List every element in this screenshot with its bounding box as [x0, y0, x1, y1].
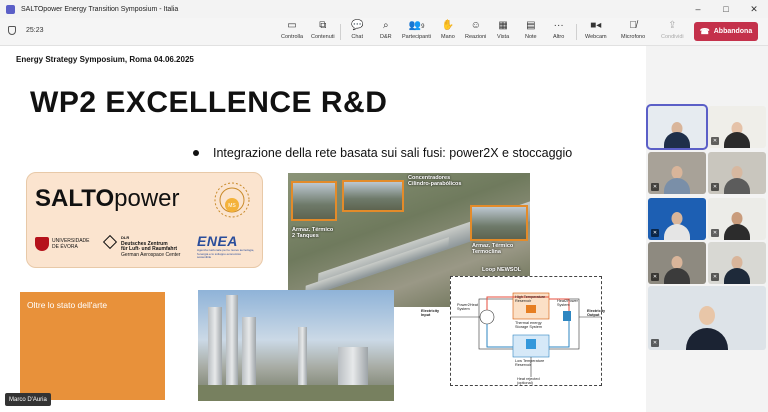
more-icon: ···	[553, 20, 564, 31]
participant-tile[interactable]: ✕	[648, 152, 706, 194]
tv-icon: ▭	[287, 20, 297, 31]
leave-button[interactable]: ☎ Abbandona	[694, 22, 758, 41]
vista-button[interactable]: ▦ Vista	[497, 20, 509, 44]
electricity-input-label: Electricity Input	[421, 309, 440, 318]
mic-off-icon: 🎙̸	[629, 20, 637, 31]
saltopower-logo-box: SALTOpower MS UNIVERSIDADE DE ÉVORA DLR De…	[26, 172, 263, 268]
slide-header: Energy Strategy Symposium, Roma 04.06.20…	[16, 55, 194, 64]
participant-tile[interactable]: ✕	[648, 198, 706, 240]
thermocline-inset-photo	[470, 205, 528, 241]
low-temp-label: Low Temperature Reservoir	[515, 359, 545, 368]
share-icon: ⧉	[319, 20, 327, 31]
collector-inset-photo	[342, 180, 404, 212]
participant-tile[interactable]: ✕	[708, 106, 766, 148]
participant-tile[interactable]	[646, 104, 708, 150]
orange-text-box: Oltre lo stato dell'arte	[20, 292, 165, 400]
slide-bullet: Integrazione della rete basata sui sali …	[193, 146, 572, 160]
presenter-name-tag: Marco D'Auria	[5, 393, 51, 406]
diagram-graphic	[451, 292, 601, 377]
mic-off-icon: ✕	[651, 273, 659, 281]
thermal-storage-label: Thermal energy Storage System	[515, 321, 543, 330]
mic-off-icon: ✕	[651, 229, 659, 237]
microfono-button[interactable]: 🎙̸ Microfono	[621, 20, 645, 44]
toolbar-separator	[340, 24, 341, 40]
bullet-icon	[193, 150, 199, 156]
controlla-button[interactable]: ▭ Controlla	[281, 20, 303, 44]
slide-title: WP2 EXCELLENCE R&D	[30, 86, 388, 119]
high-temp-label: High Temperature Reservoir	[515, 295, 546, 304]
industrial-plant-photo	[198, 290, 394, 401]
participant-count: 9	[421, 24, 425, 30]
enea-logo: ENEA Agenzia nazionale per le nuove tecn…	[197, 233, 255, 259]
heat-rejected-label: Heat rejected (optional)	[517, 377, 540, 386]
concentratori-label: Concentradores Cilindro-parabólicos	[408, 175, 462, 187]
reazioni-button[interactable]: ☺ Reazioni	[465, 20, 486, 44]
dlr-logo: DLR Deutsches Zentrum für Luft- und Raumfa…	[102, 234, 180, 258]
mic-off-icon: ✕	[711, 229, 719, 237]
meeting-toolbar: 25:23 ▭ Controlla ⧉ Contenuti 💬 Chat ⌕ D…	[0, 18, 768, 46]
participant-tile[interactable]: ✕	[708, 198, 766, 240]
heat-power-label: Heat2Power System	[557, 299, 578, 308]
electricity-output-label: Electricity Output	[587, 309, 606, 318]
svg-text:MS: MS	[228, 203, 236, 209]
dr-button[interactable]: ⌕ D&R	[380, 20, 392, 44]
altro-button[interactable]: ··· Altro	[553, 20, 564, 44]
evora-logo: UNIVERSIDADE DE ÉVORA	[35, 237, 90, 251]
power-heat-label: Power2Heat System	[457, 303, 478, 312]
contenuti-button[interactable]: ⧉ Contenuti	[311, 20, 335, 44]
chat-button[interactable]: 💬 Chat	[351, 20, 363, 44]
shared-slide: Energy Strategy Symposium, Roma 04.06.20…	[0, 46, 646, 412]
share-up-icon: ⇪	[668, 20, 677, 31]
note-icon: ▤	[526, 20, 536, 31]
title-bar: SALTOpower Energy Transition Symposium -…	[0, 0, 768, 18]
evora-crest-icon	[35, 237, 49, 251]
camera-icon: ■◂	[590, 20, 602, 31]
tank-inset-photo	[291, 181, 337, 221]
note-button[interactable]: ▤ Note	[525, 20, 537, 44]
dlr-mark-icon	[102, 234, 118, 250]
participant-tile[interactable]: ✕	[648, 286, 766, 350]
qa-icon: ⌕	[383, 20, 389, 31]
people-icon: 👥9	[408, 20, 425, 31]
mic-off-icon: ✕	[711, 273, 719, 281]
sun-badge-icon: MS	[214, 182, 250, 218]
teams-app-icon	[6, 4, 15, 14]
timer-text: 25:23	[26, 27, 44, 34]
participant-tile[interactable]: ✕	[708, 242, 766, 284]
meeting-timer: 25:23	[8, 26, 44, 35]
mic-off-icon: ✕	[651, 339, 659, 347]
armaz-tanques-label: Armaz. Térmico 2 Tanques	[292, 227, 334, 239]
grid-icon: ▦	[498, 20, 508, 31]
participant-tile[interactable]: ✕	[648, 242, 706, 284]
hand-icon: ✋	[441, 20, 455, 31]
mic-off-icon: ✕	[711, 183, 719, 191]
smile-icon: ☺	[470, 20, 481, 31]
window-title: SALTOpower Energy Transition Symposium -…	[21, 5, 179, 13]
toolbar-separator	[576, 24, 577, 40]
participant-gallery: ✕ ✕ ✕ ✕ ✕ ✕ ✕ ✕	[646, 46, 768, 412]
minimize-icon[interactable]: –	[684, 0, 712, 18]
webcam-button[interactable]: ■◂ Webcam	[585, 20, 607, 44]
shield-icon	[8, 26, 16, 35]
saltopower-logo: SALTOpower	[35, 185, 180, 212]
mano-button[interactable]: ✋ Mano	[441, 20, 455, 44]
energy-storage-diagram: Electricity Input Electricity Output High …	[421, 276, 606, 386]
chat-icon: 💬	[351, 20, 364, 31]
loop-newsol-label: Loop NEWSOL	[482, 267, 522, 273]
participant-tile[interactable]: ✕	[708, 152, 766, 194]
close-icon[interactable]: ✕	[740, 0, 768, 18]
phone-icon: ☎	[699, 27, 710, 36]
condividi-button[interactable]: ⇪ Condividi	[661, 20, 684, 44]
armaz-termoclina-label: Armaz. Térmico Termoclina	[472, 243, 514, 255]
maximize-icon[interactable]: □	[712, 0, 740, 18]
mic-off-icon: ✕	[651, 183, 659, 191]
mic-off-icon: ✕	[711, 137, 719, 145]
partecipanti-button[interactable]: 👥9 Partecipanti	[402, 20, 431, 44]
